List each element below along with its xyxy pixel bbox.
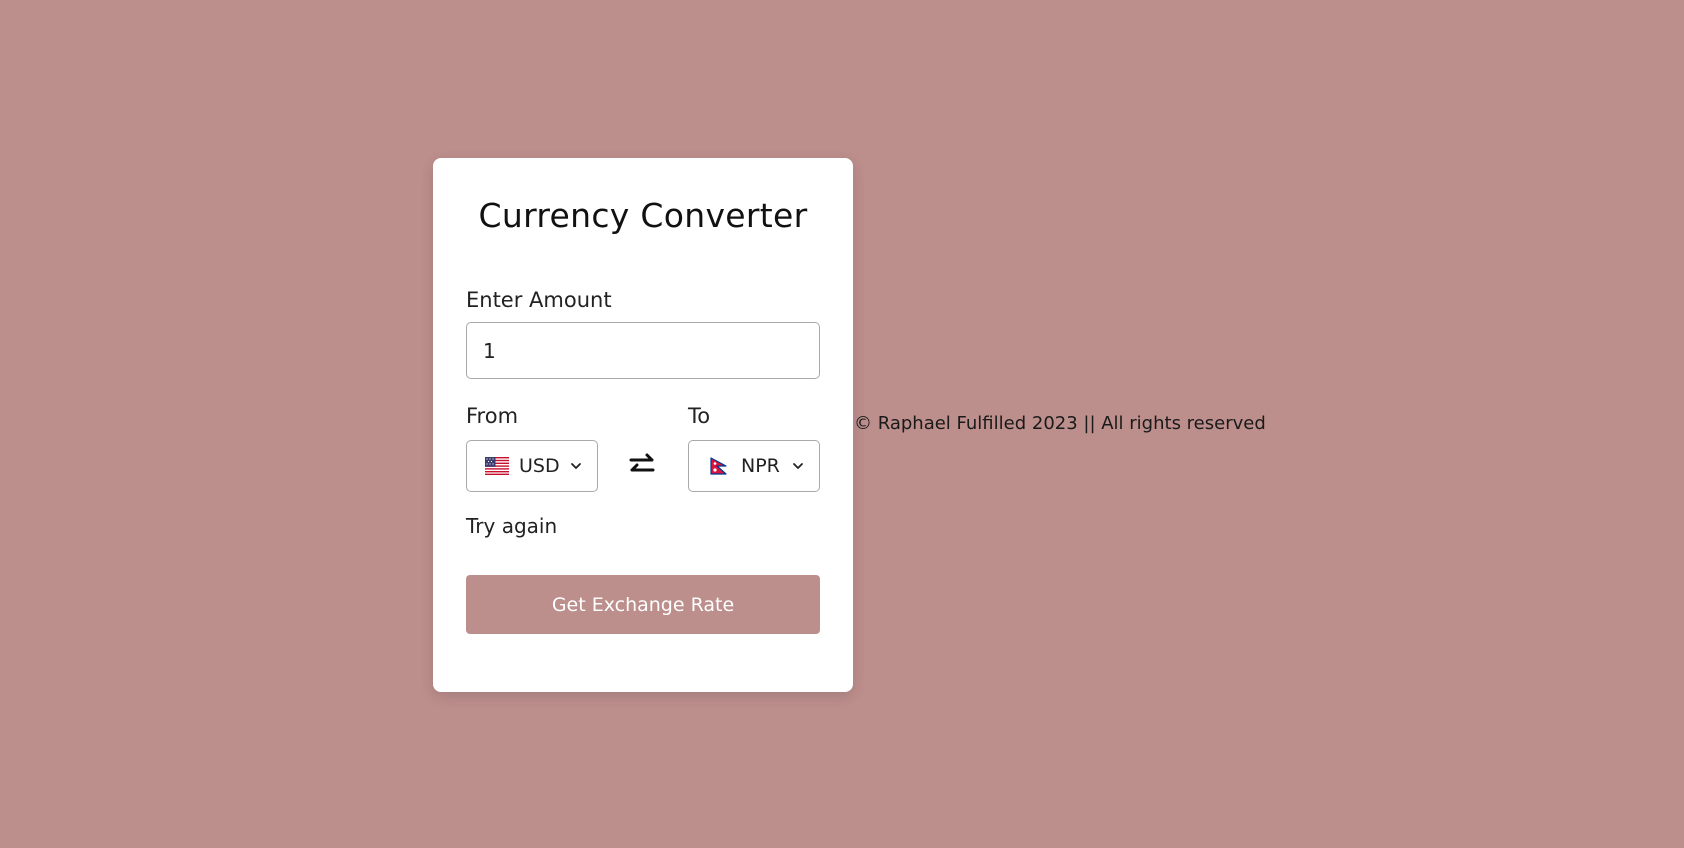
chevron-down-icon [571,463,581,469]
chevron-down-icon [793,463,803,469]
swap-icon[interactable] [626,449,658,481]
amount-input[interactable] [466,322,820,379]
exchange-status-text: Try again [466,514,558,538]
from-label: From [466,404,519,428]
converter-card: Currency Converter Enter Amount From To … [433,158,853,692]
us-flag-icon [485,457,509,475]
to-currency-code: NPR [741,455,780,477]
get-exchange-rate-button[interactable]: Get Exchange Rate [466,575,820,634]
nepal-flag-icon [710,457,727,475]
from-currency-select[interactable]: USD [466,440,598,492]
from-currency-code: USD [519,455,560,477]
to-currency-select[interactable]: NPR [688,440,820,492]
amount-label: Enter Amount [466,288,612,312]
to-label: To [688,404,711,428]
page-title: Currency Converter [478,196,808,235]
footer-copyright: © Raphael Fulfilled 2023 || All rights r… [854,413,1266,434]
